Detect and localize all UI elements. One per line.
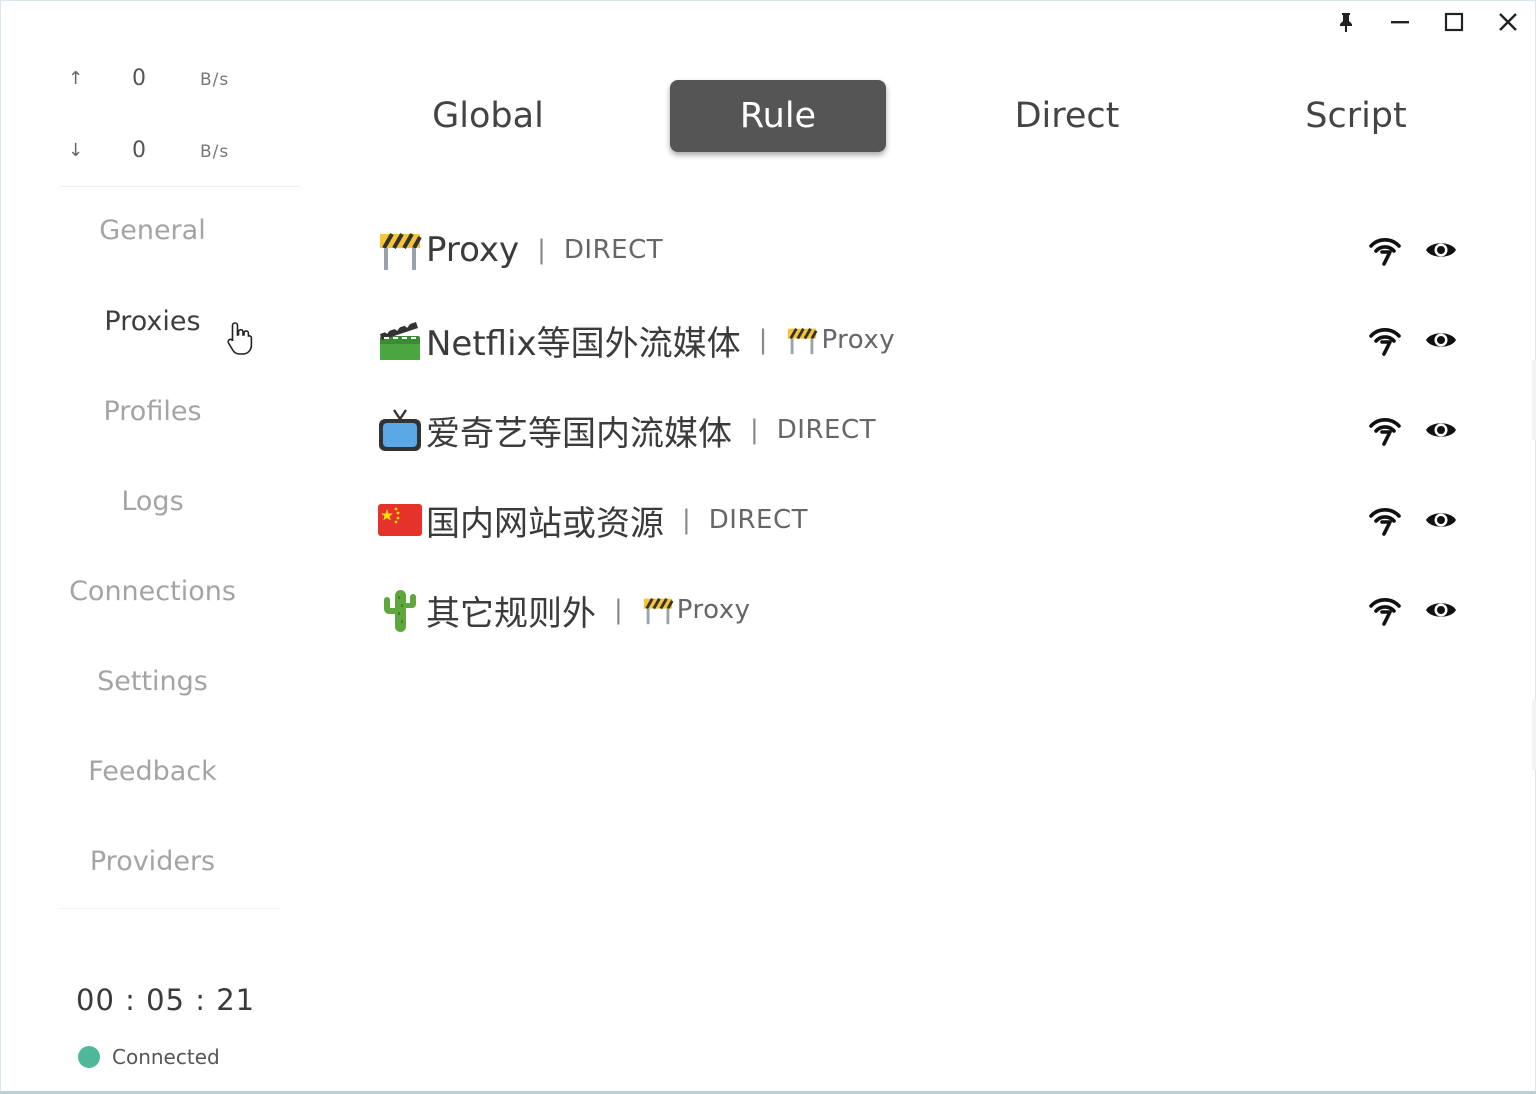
tab-direct[interactable]: Direct — [959, 80, 1175, 152]
group-name: 爱奇艺等国内流媒体 — [426, 413, 732, 454]
download-speed: ↓ 0 B/s — [60, 138, 300, 168]
wifi-latency-icon[interactable] — [1368, 233, 1402, 267]
tab-rule[interactable]: Rule — [670, 80, 886, 152]
status-label: Connected — [112, 1045, 220, 1069]
download-value: 0 — [132, 138, 146, 163]
group-actions — [1368, 323, 1458, 357]
tab-script[interactable]: Script — [1248, 80, 1464, 152]
group-selected-proxy: DIRECT — [708, 505, 808, 535]
download-unit: B/s — [200, 142, 230, 162]
connection-status: Connected — [78, 1045, 220, 1069]
sidebar-item-feedback[interactable]: Feedback — [0, 756, 305, 787]
construction-barrier-icon — [786, 327, 819, 356]
group-name: Netflix等国外流媒体 — [426, 323, 741, 364]
sidebar: ↑ 0 B/s ↓ 0 B/s General Proxies Profiles… — [0, 0, 305, 1094]
group-actions — [1368, 593, 1458, 627]
status-dot-icon — [78, 1046, 100, 1068]
eye-icon[interactable] — [1424, 593, 1458, 627]
proxy-group-row[interactable]: Proxy | DIRECT — [376, 205, 1476, 295]
group-actions — [1368, 503, 1458, 537]
wifi-latency-icon[interactable] — [1368, 413, 1402, 447]
scrollbar-track[interactable] — [1532, 700, 1536, 770]
construction-barrier-icon — [642, 597, 674, 626]
sidebar-item-logs[interactable]: Logs — [0, 486, 305, 517]
maximize-icon[interactable] — [1440, 8, 1468, 36]
window-controls — [1332, 8, 1522, 36]
sidebar-item-providers[interactable]: Providers — [0, 846, 305, 877]
group-name: 国内网站或资源 — [426, 503, 664, 544]
download-arrow-icon: ↓ — [68, 140, 84, 161]
group-actions — [1368, 233, 1458, 267]
group-selected-proxy: Proxy — [821, 325, 896, 355]
wifi-latency-icon[interactable] — [1368, 503, 1402, 537]
group-selected-proxy: Proxy — [676, 595, 751, 625]
proxy-group-row[interactable]: Netflix等国外流媒体 | Proxy — [376, 295, 1476, 385]
pin-icon[interactable] — [1332, 8, 1360, 36]
television-icon — [377, 408, 423, 453]
group-name: 其它规则外 — [426, 593, 596, 634]
eye-icon[interactable] — [1424, 503, 1458, 537]
group-selected-proxy: DIRECT — [563, 235, 664, 265]
group-separator: | — [682, 505, 691, 535]
china-flag-icon — [378, 504, 422, 536]
clapperboard-icon — [378, 317, 422, 362]
eye-icon[interactable] — [1424, 413, 1458, 447]
minimize-icon[interactable] — [1386, 8, 1414, 36]
upload-speed: ↑ 0 B/s — [60, 66, 300, 96]
proxy-group-row[interactable]: 国内网站或资源 | DIRECT — [376, 475, 1476, 565]
eye-icon[interactable] — [1424, 323, 1458, 357]
upload-unit: B/s — [200, 70, 230, 90]
group-separator: | — [614, 595, 623, 625]
upload-arrow-icon: ↑ — [68, 68, 84, 89]
sidebar-item-connections[interactable]: Connections — [0, 576, 305, 607]
sidebar-item-general[interactable]: General — [0, 215, 305, 246]
proxy-group-row[interactable]: 爱奇艺等国内流媒体 | DIRECT — [376, 385, 1476, 475]
group-separator: | — [758, 325, 768, 355]
sidebar-item-settings[interactable]: Settings — [0, 666, 305, 697]
scrollbar-track[interactable] — [1532, 360, 1536, 440]
proxy-group-row[interactable]: 其它规则外 | Proxy — [376, 565, 1476, 655]
uptime-timer: 00 : 05 : 21 — [76, 983, 256, 1017]
wifi-latency-icon[interactable] — [1368, 323, 1402, 357]
group-separator: | — [537, 235, 546, 265]
sidebar-divider — [60, 908, 280, 909]
sidebar-item-proxies[interactable]: Proxies — [0, 306, 305, 337]
group-separator: | — [750, 415, 759, 445]
cactus-icon — [383, 589, 417, 633]
hand-cursor-icon — [226, 320, 256, 360]
close-icon[interactable] — [1494, 8, 1522, 36]
group-name: Proxy — [426, 230, 520, 270]
sidebar-item-profiles[interactable]: Profiles — [0, 396, 305, 427]
construction-barrier-icon — [378, 232, 422, 272]
eye-icon[interactable] — [1424, 233, 1458, 267]
upload-value: 0 — [132, 66, 146, 91]
tab-global[interactable]: Global — [380, 80, 596, 152]
wifi-latency-icon[interactable] — [1368, 593, 1402, 627]
group-actions — [1368, 413, 1458, 447]
group-selected-proxy: DIRECT — [776, 415, 876, 445]
traffic-monitor: ↑ 0 B/s ↓ 0 B/s — [60, 60, 300, 187]
